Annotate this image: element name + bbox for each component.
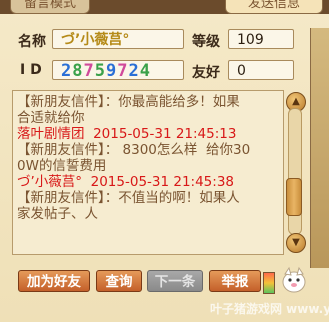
- status-bar-icon: [263, 272, 275, 294]
- id-digit: 2: [61, 61, 73, 81]
- next-button[interactable]: 下一条: [147, 270, 203, 292]
- message-line: 【新朋友信件】： 8300怎么样 给你30: [17, 142, 251, 158]
- id-digit: 8: [72, 61, 84, 81]
- add-friend-button[interactable]: 加为好友: [18, 270, 90, 292]
- id-digit: 9: [106, 61, 118, 81]
- id-label: I D: [20, 62, 42, 78]
- message-sender-line: づ’小薇莒° 2015-05-31 21:45:38: [17, 174, 235, 190]
- message-line: 【新朋友信件】：不值当的啊！如果人: [17, 190, 240, 206]
- side-decoration: [310, 28, 329, 268]
- message-line: 【新朋友信件】：你最高能给多！如果: [17, 94, 240, 110]
- query-button[interactable]: 查询: [96, 270, 142, 292]
- scroll-thumb[interactable]: [286, 178, 302, 216]
- message-line: 0W的信誓费用: [17, 158, 107, 174]
- name-label: 名称: [18, 34, 46, 50]
- id-field: 28759724: [52, 60, 184, 81]
- id-digit: 2: [128, 61, 140, 81]
- report-button[interactable]: 举报: [209, 270, 261, 292]
- message-line: 家发帖子、人: [17, 206, 98, 222]
- level-field: 109: [228, 29, 294, 49]
- friendship-label: 友好: [192, 65, 220, 81]
- message-line: 合适就给你: [17, 110, 85, 126]
- scroll-down-button[interactable]: ▼: [286, 233, 306, 253]
- message-scrollbar[interactable]: ▲ ▼: [284, 90, 306, 253]
- id-digit: 7: [117, 61, 129, 81]
- id-digit: 7: [83, 61, 95, 81]
- name-field: づ’小薇莒°: [52, 29, 184, 49]
- message-log[interactable]: 【新朋友信件】：你最高能给多！如果 合适就给你 落叶剧情团 2015-05-31…: [12, 90, 284, 255]
- level-label: 等级: [192, 34, 220, 50]
- pet-mascot-icon: [282, 266, 306, 293]
- message-window: 留言模式 发送信息 名称 づ’小薇莒° 等级 109 I D 28759724 …: [0, 0, 329, 322]
- name-value: づ’小薇莒°: [61, 32, 130, 48]
- id-digit: 5: [94, 61, 106, 81]
- tab-message-mode[interactable]: 留言模式: [10, 0, 90, 14]
- watermark: 叶子猪游戏网 www.yzz.cn: [210, 302, 329, 316]
- id-digit: 4: [139, 61, 151, 81]
- friendship-field: 0: [228, 60, 294, 80]
- tab-send-message[interactable]: 发送信息: [225, 0, 323, 14]
- message-sender-line: 落叶剧情团 2015-05-31 21:45:13: [17, 126, 237, 142]
